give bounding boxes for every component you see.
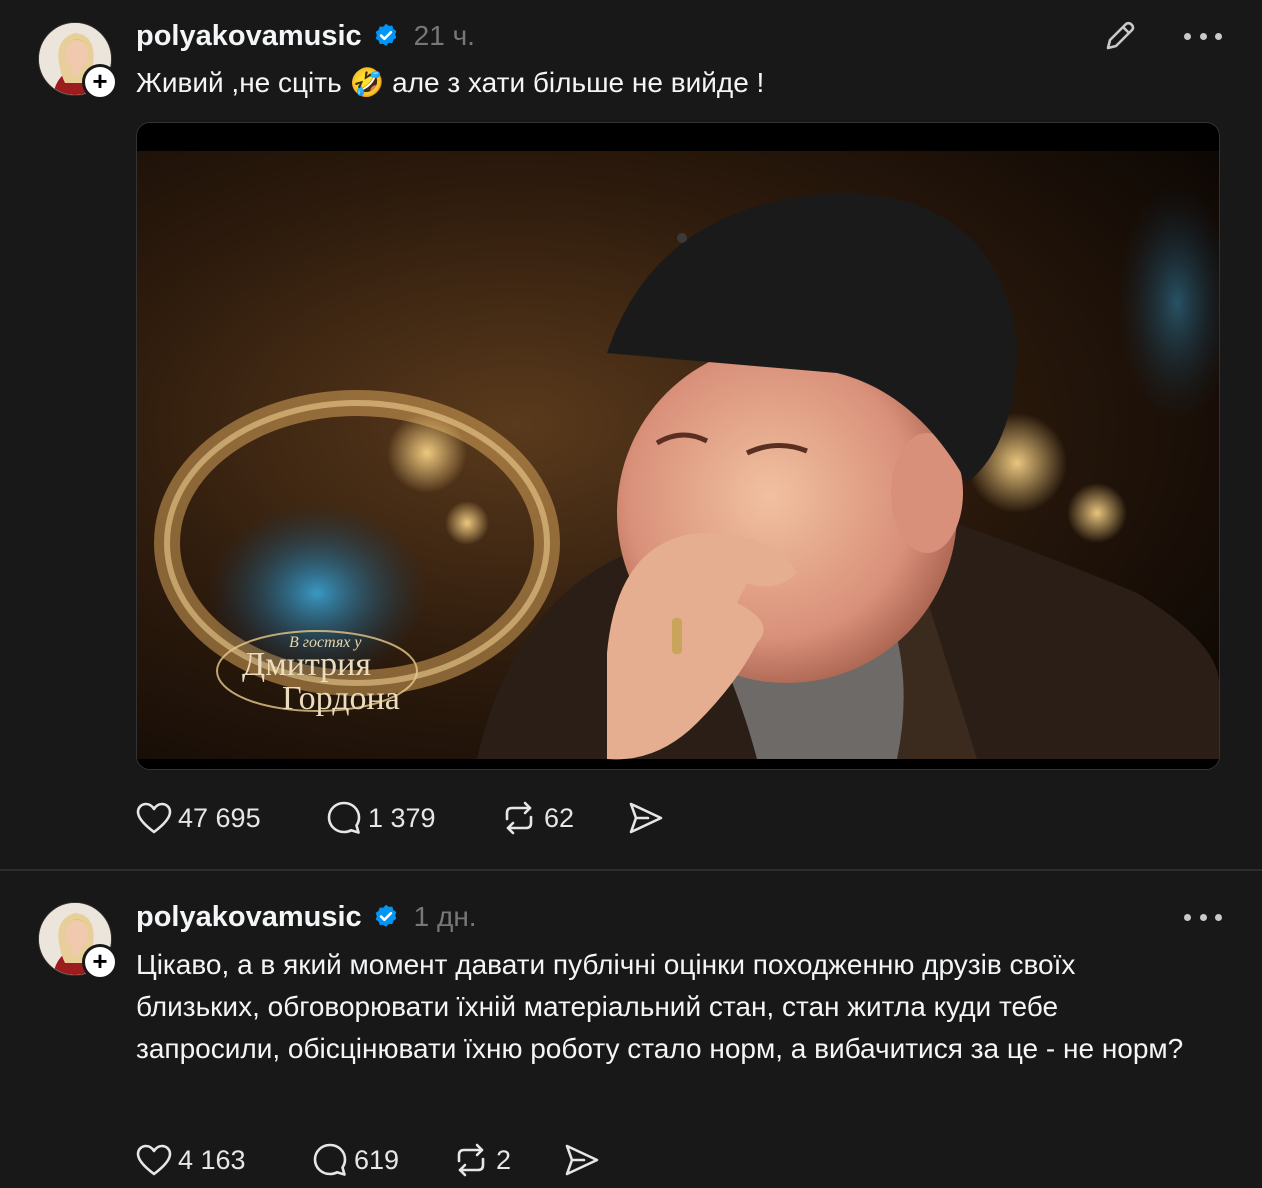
verified-badge-icon <box>375 904 396 927</box>
share-button[interactable] <box>564 1143 600 1177</box>
share-button[interactable] <box>628 801 664 835</box>
more-dots-icon[interactable] <box>1184 30 1222 42</box>
post-2: + polyakovamusic 1 дн. Цікаво, а в який … <box>0 871 1262 1188</box>
reply-button[interactable]: 619 <box>312 1142 452 1178</box>
post-header-actions <box>1184 911 1222 923</box>
repost-icon <box>505 801 533 835</box>
like-button[interactable]: 4 163 <box>136 1144 312 1176</box>
repost-icon <box>457 1143 485 1177</box>
send-icon <box>629 802 663 834</box>
reply-count: 1 379 <box>368 802 436 833</box>
like-button[interactable]: 47 695 <box>136 802 326 834</box>
post-header: polyakovamusic 21 ч. <box>136 18 475 54</box>
threads-feed: + polyakovamusic 21 ч. Живий ,не сціть 🤣… <box>0 0 1262 1188</box>
post-text: Живий ,не сціть 🤣 але з хати більше не в… <box>136 67 765 98</box>
pencil-icon[interactable] <box>1102 18 1138 54</box>
username[interactable]: polyakovamusic <box>136 901 362 934</box>
post-actions: 47 695 1 379 62 <box>136 798 664 838</box>
follow-plus-icon[interactable]: + <box>82 64 118 100</box>
author-avatar[interactable]: + <box>38 22 118 100</box>
show-logo-line2: Дмитрия <box>242 646 371 683</box>
post-image[interactable]: В гостях у Дмитрия Гордона <box>136 122 1220 770</box>
repost-button[interactable]: 2 <box>452 1143 564 1177</box>
verified-badge-icon <box>375 23 396 46</box>
send-icon <box>565 1144 599 1176</box>
author-avatar[interactable]: + <box>38 902 118 980</box>
follow-plus-icon[interactable]: + <box>82 944 118 980</box>
comment-icon <box>313 1143 347 1176</box>
repost-count: 2 <box>496 1144 512 1175</box>
heart-icon <box>136 1144 172 1176</box>
post-text: Цікаво, а в який момент давати публічні … <box>136 949 1184 1064</box>
reply-count: 619 <box>354 1144 400 1175</box>
username[interactable]: polyakovamusic <box>136 20 362 53</box>
post-1: + polyakovamusic 21 ч. Живий ,не сціть 🤣… <box>0 0 1262 870</box>
comment-icon <box>327 801 361 834</box>
post-header: polyakovamusic 1 дн. <box>136 899 477 935</box>
like-count: 47 695 <box>178 802 261 833</box>
post-timestamp: 21 ч. <box>413 20 475 51</box>
repost-count: 62 <box>544 802 575 833</box>
post-timestamp: 1 дн. <box>413 901 477 932</box>
show-logo-line3: Гордона <box>282 680 400 717</box>
post-header-actions <box>1102 18 1222 54</box>
like-count: 4 163 <box>178 1144 246 1175</box>
post-actions: 4 163 619 2 <box>136 1140 600 1180</box>
heart-icon <box>136 802 172 834</box>
reply-button[interactable]: 1 379 <box>326 800 500 836</box>
repost-button[interactable]: 62 <box>500 801 628 835</box>
more-dots-icon[interactable] <box>1184 911 1222 923</box>
photo-scene: В гостях у Дмитрия Гордона <box>137 123 1219 769</box>
